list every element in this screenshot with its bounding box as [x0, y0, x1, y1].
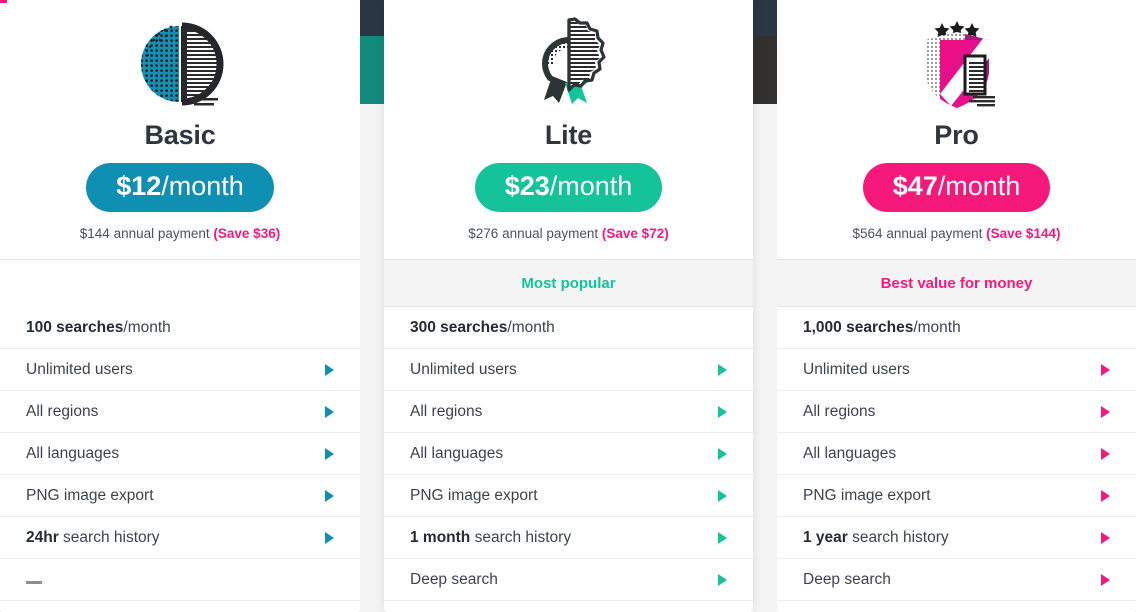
page-corner-sliver	[0, 0, 7, 3]
feature-label: PNG image export	[803, 486, 931, 504]
feature-detail-arrow-icon[interactable]	[1101, 405, 1110, 418]
feature-row[interactable]: All languages	[384, 433, 753, 475]
feature-detail-arrow-icon[interactable]	[718, 447, 727, 460]
feature-detail-arrow-icon[interactable]	[718, 489, 727, 502]
feature-detail-arrow-icon[interactable]	[325, 447, 334, 460]
feature-row: 300 searches/month	[384, 307, 753, 349]
price-period: /month	[937, 171, 1021, 201]
plan-name: Lite	[544, 120, 593, 150]
feature-label: 300 searches/month	[410, 318, 555, 336]
feature-row[interactable]: Deep search	[384, 559, 753, 601]
price-amount: $23	[504, 171, 550, 201]
feature-label: 1 month search history	[410, 528, 572, 546]
feature-row[interactable]: Unlimited users	[0, 349, 360, 391]
feature-detail-arrow-icon[interactable]	[718, 363, 727, 376]
feature-row[interactable]: 24hr search history	[0, 517, 360, 559]
annual-amount: $276 annual payment	[468, 226, 599, 241]
feature-label: Deep search	[410, 570, 498, 588]
plan-name: Basic	[144, 120, 216, 150]
feature-row: 1,000 searches/month	[777, 307, 1136, 349]
plan-badge-lite: Most popular	[384, 260, 753, 307]
price-period: /month	[549, 171, 633, 201]
price-pill: $47/month	[862, 163, 1051, 212]
feature-detail-arrow-icon[interactable]	[325, 489, 334, 502]
feature-row[interactable]: All regions	[384, 391, 753, 433]
feature-label: All languages	[410, 444, 504, 462]
annual-payment-note: $564 annual payment (Save $144)	[793, 226, 1120, 241]
plan-card-list: Basic $12/month $144 annual payment (Sav…	[0, 0, 1136, 612]
annual-payment-note: $276 annual payment (Save $72)	[400, 226, 737, 241]
feature-detail-arrow-icon[interactable]	[325, 363, 334, 376]
plan-card-basic[interactable]: Basic $12/month $144 annual payment (Sav…	[0, 0, 360, 612]
plan-header-lite: Lite $23/month $276 annual payment (Save…	[384, 0, 753, 260]
feature-detail-arrow-icon[interactable]	[1101, 489, 1110, 502]
feature-row[interactable]: PNG image export	[0, 475, 360, 517]
feature-row[interactable]: Deep search	[777, 559, 1136, 601]
plan-header-pro: Pro $47/month $564 annual payment (Save …	[777, 0, 1136, 260]
feature-label: PNG image export	[410, 486, 538, 504]
feature-label: All languages	[26, 444, 120, 462]
feature-detail-arrow-icon[interactable]	[1101, 531, 1110, 544]
price-period: /month	[161, 171, 244, 201]
feature-label: All regions	[410, 402, 483, 420]
plan-card-lite[interactable]: Lite $23/month $276 annual payment (Save…	[384, 0, 753, 612]
annual-savings: (Save $36)	[213, 226, 281, 241]
price-amount: $47	[892, 171, 938, 201]
feature-detail-arrow-icon[interactable]	[325, 405, 334, 418]
feature-row[interactable]: 1 month search history	[384, 517, 753, 559]
feature-label: PNG image export	[26, 486, 154, 504]
annual-amount: $564 annual payment	[852, 226, 983, 241]
annual-savings: (Save $144)	[986, 226, 1061, 241]
feature-row[interactable]: All regions	[0, 391, 360, 433]
feature-label: Unlimited users	[26, 360, 133, 378]
feature-label: All languages	[803, 444, 897, 462]
feature-row[interactable]: PNG image export	[384, 475, 753, 517]
feature-row[interactable]: All languages	[0, 433, 360, 475]
price-pill: $12/month	[86, 163, 274, 212]
feature-label: 1 year search history	[803, 528, 949, 546]
annual-savings: (Save $72)	[601, 226, 669, 241]
shield-three-stars-icon	[793, 8, 1120, 120]
feature-label: Unlimited users	[410, 360, 517, 378]
feature-label: 100 searches/month	[26, 318, 171, 336]
feature-row[interactable]: All languages	[777, 433, 1136, 475]
plan-name: Pro	[934, 120, 979, 150]
feature-row: 100 searches/month	[0, 307, 360, 349]
feature-row[interactable]: Unlimited users	[777, 349, 1136, 391]
feature-list-pro: 1,000 searches/month Unlimited users All r…	[777, 307, 1136, 612]
plan-badge-basic	[0, 260, 360, 307]
feature-label: Deep search	[803, 570, 891, 588]
plan-badge-pro: Best value for money	[777, 260, 1136, 307]
feature-unavailable-dash	[26, 580, 42, 584]
feature-detail-arrow-icon[interactable]	[718, 531, 727, 544]
feature-list-lite: 300 searches/month Unlimited users All reg…	[384, 307, 753, 612]
feature-label: 1,000 searches/month	[803, 318, 961, 336]
feature-detail-arrow-icon[interactable]	[1101, 573, 1110, 586]
feature-label: All regions	[803, 402, 876, 420]
feature-detail-arrow-icon[interactable]	[325, 531, 334, 544]
price-amount: $12	[116, 171, 162, 201]
plan-header-basic: Basic $12/month $144 annual payment (Sav…	[0, 0, 360, 260]
pricing-table: Basic $12/month $144 annual payment (Sav…	[0, 0, 1136, 612]
feature-row[interactable]: PNG image export	[777, 475, 1136, 517]
feature-label: 24hr search history	[26, 528, 160, 546]
feature-label: All regions	[26, 402, 99, 420]
annual-payment-note: $144 annual payment (Save $36)	[16, 226, 344, 241]
annual-amount: $144 annual payment	[79, 226, 210, 241]
price-pill: $23/month	[474, 163, 663, 212]
feature-detail-arrow-icon[interactable]	[718, 405, 727, 418]
feature-label: Unlimited users	[803, 360, 910, 378]
feature-detail-arrow-icon[interactable]	[1101, 363, 1110, 376]
feature-list-basic: 100 searches/month Unlimited users All reg…	[0, 307, 360, 612]
award-rosette-icon	[400, 8, 737, 120]
plan-card-pro[interactable]: Pro $47/month $564 annual payment (Save …	[777, 0, 1136, 612]
half-circle-dotted-icon	[16, 8, 344, 120]
feature-row	[0, 559, 360, 601]
feature-row[interactable]: All regions	[777, 391, 1136, 433]
feature-row[interactable]: 1 year search history	[777, 517, 1136, 559]
feature-label	[26, 571, 334, 589]
feature-row[interactable]: Unlimited users	[384, 349, 753, 391]
feature-detail-arrow-icon[interactable]	[1101, 447, 1110, 460]
feature-detail-arrow-icon[interactable]	[718, 573, 727, 586]
